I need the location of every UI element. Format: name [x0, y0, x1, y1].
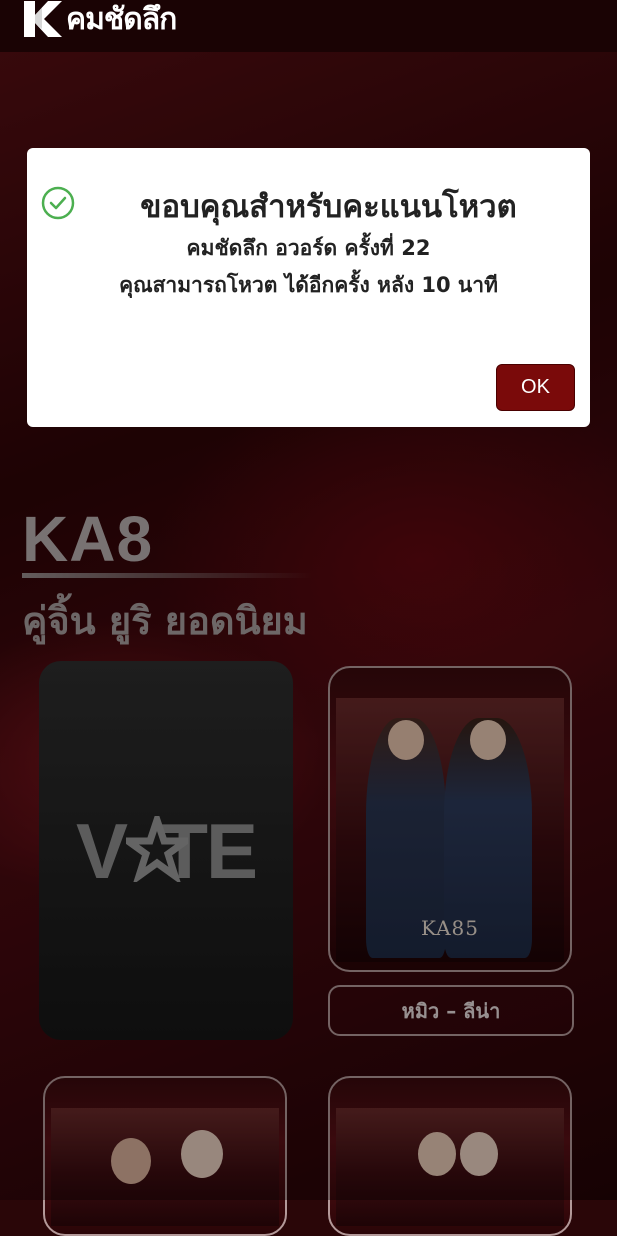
logo-k-icon	[24, 1, 62, 37]
ok-button[interactable]: OK	[496, 364, 575, 411]
site-logo[interactable]: คมชัดลึก	[22, 0, 177, 40]
dialog-message-line1: คมชัดลึก อวอร์ด ครั้งที่ 22	[186, 236, 431, 260]
dialog-message-line2: คุณสามารถโหวต ได้อีกครั้ง หลัง 10 นาที	[119, 273, 498, 297]
dialog-title: ขอบคุณสำหรับคะแนนโหวต	[140, 189, 517, 225]
top-bar: คมชัดลึก	[0, 0, 617, 52]
vote-confirmation-dialog: ขอบคุณสำหรับคะแนนโหวต คมชัดลึก อวอร์ด คร…	[27, 148, 590, 427]
logo-text: คมชัดลึก	[66, 1, 177, 37]
